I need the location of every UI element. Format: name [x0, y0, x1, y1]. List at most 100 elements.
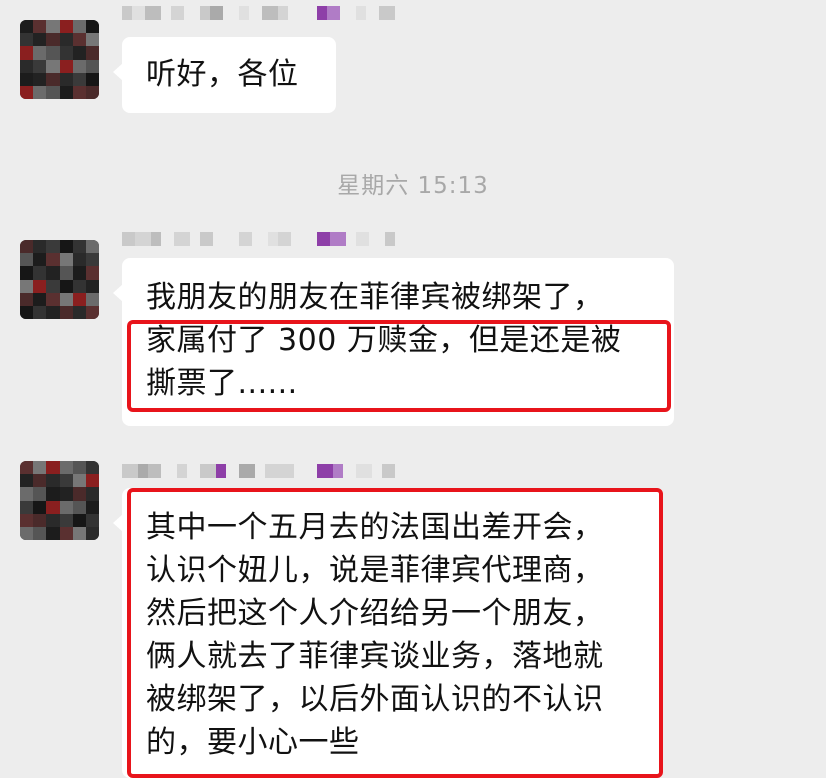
nickname-mosaic-cell	[317, 232, 330, 246]
avatar-mosaic-cell	[33, 487, 47, 501]
avatar-mosaic-cell	[59, 513, 73, 527]
message-bubble[interactable]: 其中一个五月去的法国出差开会， 认识个妞儿，说是菲律宾代理商， 然后把这个人介绍…	[113, 488, 660, 778]
avatar-mosaic-cell	[85, 72, 99, 86]
avatar-mosaic-cell	[33, 513, 47, 527]
nickname-mosaic-cell	[301, 6, 317, 20]
nickname-mosaic-cell	[346, 232, 356, 246]
nickname-mosaic-cell	[210, 6, 223, 20]
avatar-mosaic-cell	[20, 474, 34, 488]
sender-avatar[interactable]	[20, 240, 99, 319]
avatar-mosaic-cell	[33, 500, 47, 514]
avatar-mosaic-cell	[20, 253, 34, 267]
avatar-mosaic-cell	[85, 46, 99, 60]
avatar-mosaic-cell	[59, 46, 73, 60]
nickname-mosaic-cell	[278, 232, 291, 246]
avatar-mosaic-cell	[85, 33, 99, 47]
sender-avatar[interactable]	[20, 461, 99, 540]
avatar-mosaic-cell	[33, 526, 47, 540]
avatar-mosaic-cell	[72, 59, 86, 73]
avatar-mosaic-cell	[33, 240, 47, 254]
avatar-mosaic-cell	[72, 500, 86, 514]
nickname-mosaic-cell	[369, 232, 385, 246]
nickname-mosaic-cell	[340, 6, 356, 20]
nickname-mosaic-cell	[395, 6, 405, 20]
sender-avatar[interactable]	[20, 20, 99, 99]
nickname-mosaic-cell	[184, 6, 200, 20]
avatar-mosaic-cell	[46, 240, 60, 254]
avatar-mosaic-cell	[72, 513, 86, 527]
avatar-mosaic-cell	[20, 526, 34, 540]
avatar-mosaic-cell	[46, 305, 60, 319]
message-text: 其中一个五月去的法国出差开会， 认识个妞儿，说是菲律宾代理商， 然后把这个人介绍…	[146, 510, 604, 760]
avatar-mosaic-cell	[72, 461, 86, 475]
avatar-mosaic-cell	[20, 487, 34, 501]
nickname-mosaic-cell	[379, 6, 395, 20]
avatar-mosaic-cell	[85, 266, 99, 280]
nickname-mosaic-cell	[229, 232, 239, 246]
avatar-mosaic-cell	[20, 85, 34, 99]
nickname-mosaic-cell	[382, 464, 395, 478]
avatar-mosaic-cell	[46, 279, 60, 293]
avatar-mosaic-cell	[72, 253, 86, 267]
avatar-mosaic-cell	[33, 72, 47, 86]
nickname-mosaic-cell	[200, 232, 213, 246]
message-bubble[interactable]: 我朋友的朋友在菲律宾被绑架了， 家属付了 300 万赎金，但是还是被 撕票了..…	[113, 258, 674, 426]
message-bubble[interactable]: 听好，各位	[113, 37, 336, 113]
nickname-mosaic-cell	[213, 232, 229, 246]
avatar-mosaic-cell	[59, 266, 73, 280]
nickname-mosaic-cell	[216, 464, 226, 478]
avatar-mosaic-cell	[33, 461, 47, 475]
avatar-mosaic-cell	[59, 279, 73, 293]
avatar-mosaic-cell	[72, 487, 86, 501]
avatar-mosaic-cell	[59, 20, 73, 34]
nickname-mosaic-cell	[317, 6, 327, 20]
nickname-mosaic-cell	[138, 464, 148, 478]
avatar-mosaic-cell	[20, 46, 34, 60]
avatar-mosaic-cell	[59, 526, 73, 540]
nickname-mosaic-cell	[255, 464, 265, 478]
avatar-mosaic-cell	[46, 46, 60, 60]
nickname-mosaic-cell	[327, 6, 340, 20]
nickname-mosaic-cell	[278, 464, 294, 478]
avatar-mosaic-cell	[20, 513, 34, 527]
nickname-mosaic-cell	[278, 6, 288, 20]
avatar-mosaic-cell	[59, 85, 73, 99]
avatar-mosaic-cell	[72, 305, 86, 319]
nickname-mosaic-cell	[171, 6, 184, 20]
avatar-mosaic-cell	[59, 305, 73, 319]
avatar-mosaic-cell	[59, 461, 73, 475]
avatar-mosaic-cell	[46, 513, 60, 527]
avatar-mosaic-cell	[20, 305, 34, 319]
avatar-mosaic-cell	[33, 20, 47, 34]
nickname-mosaic-cell	[262, 6, 278, 20]
avatar-mosaic-cell	[85, 59, 99, 73]
nickname-mosaic-cell	[177, 464, 187, 478]
nickname-mosaic-cell	[239, 464, 255, 478]
nickname-mosaic-cell	[148, 464, 161, 478]
avatar-mosaic-cell	[20, 279, 34, 293]
message-text-line: 我朋友的朋友在菲律宾被绑架了，	[146, 280, 604, 315]
avatar-mosaic-cell	[46, 266, 60, 280]
avatar-mosaic-cell	[33, 474, 47, 488]
avatar-mosaic-cell	[46, 85, 60, 99]
avatar-mosaic-cell	[85, 253, 99, 267]
avatar-mosaic-cell	[20, 292, 34, 306]
avatar-mosaic-cell	[20, 72, 34, 86]
nickname-mosaic-cell	[226, 464, 239, 478]
avatar-mosaic-cell	[46, 253, 60, 267]
avatar-mosaic-cell	[59, 72, 73, 86]
nickname-mosaic-cell	[356, 232, 369, 246]
avatar-mosaic-cell	[46, 20, 60, 34]
avatar-mosaic-cell	[72, 46, 86, 60]
avatar-mosaic-cell	[85, 240, 99, 254]
avatar-mosaic-cell	[33, 266, 47, 280]
avatar-mosaic-cell	[59, 487, 73, 501]
avatar-mosaic-cell	[59, 474, 73, 488]
nickname-mosaic-cell	[385, 232, 395, 246]
nickname-mosaic-cell	[343, 464, 356, 478]
avatar-mosaic-cell	[85, 292, 99, 306]
nickname-mosaic-cell	[304, 464, 317, 478]
avatar-mosaic-cell	[20, 240, 34, 254]
avatar-mosaic-cell	[72, 292, 86, 306]
nickname-mosaic-cell	[307, 232, 317, 246]
